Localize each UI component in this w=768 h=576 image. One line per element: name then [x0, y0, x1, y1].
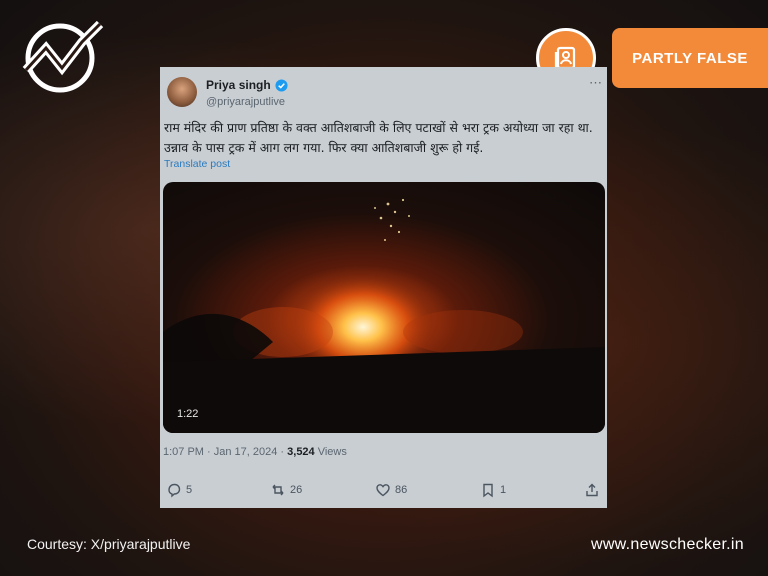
- bookmark-icon: [483, 483, 493, 498]
- site-url: www.newschecker.in: [590, 536, 744, 553]
- bookmark-count: 1: [500, 484, 507, 496]
- avatar[interactable]: [167, 77, 197, 107]
- verified-badge-icon: [275, 78, 288, 92]
- reply-icon: [168, 483, 181, 498]
- repost-icon: [272, 484, 284, 496]
- timestamp[interactable]: 1:07 PM · Jan 17, 2024 ·: [163, 446, 287, 458]
- tweet-card: Priya singh @priyarajputlive ⋯ राम मंदिर…: [160, 67, 607, 508]
- heart-icon: [376, 484, 390, 497]
- video-player[interactable]: 1:22: [163, 182, 605, 433]
- verdict-label: PARTLY FALSE: [612, 28, 768, 88]
- bookmark-button[interactable]: 1: [480, 482, 506, 498]
- share-icon: [586, 483, 598, 497]
- reply-count: 5: [186, 484, 193, 496]
- reply-button[interactable]: 5: [166, 482, 192, 498]
- video-duration: 1:22: [177, 408, 199, 420]
- courtesy-caption: Courtesy: X/priyarajputlive: [27, 536, 191, 552]
- repost-count: 26: [290, 484, 303, 496]
- newschecker-logo-icon: [22, 20, 104, 93]
- tweet-actions: 5 26 86 1: [160, 482, 607, 502]
- fire-scene-image: [163, 198, 605, 433]
- author-name-row[interactable]: Priya singh: [206, 78, 288, 92]
- views-count: 3,524: [287, 446, 315, 458]
- author-name[interactable]: Priya singh: [206, 78, 271, 92]
- views-label: Views: [314, 446, 347, 458]
- tweet-meta: 1:07 PM · Jan 17, 2024 · 3,524 Views: [163, 446, 347, 458]
- repost-button[interactable]: 26: [270, 482, 302, 498]
- share-button[interactable]: [584, 482, 600, 498]
- like-count: 86: [395, 484, 408, 496]
- more-options-icon[interactable]: ⋯: [589, 75, 603, 91]
- tweet-text: राम मंदिर की प्राण प्रतिष्ठा के वक्त आति…: [164, 120, 593, 155]
- author-handle[interactable]: @priyarajputlive: [206, 96, 285, 108]
- like-button[interactable]: 86: [375, 482, 407, 498]
- translate-link[interactable]: Translate post: [164, 158, 230, 170]
